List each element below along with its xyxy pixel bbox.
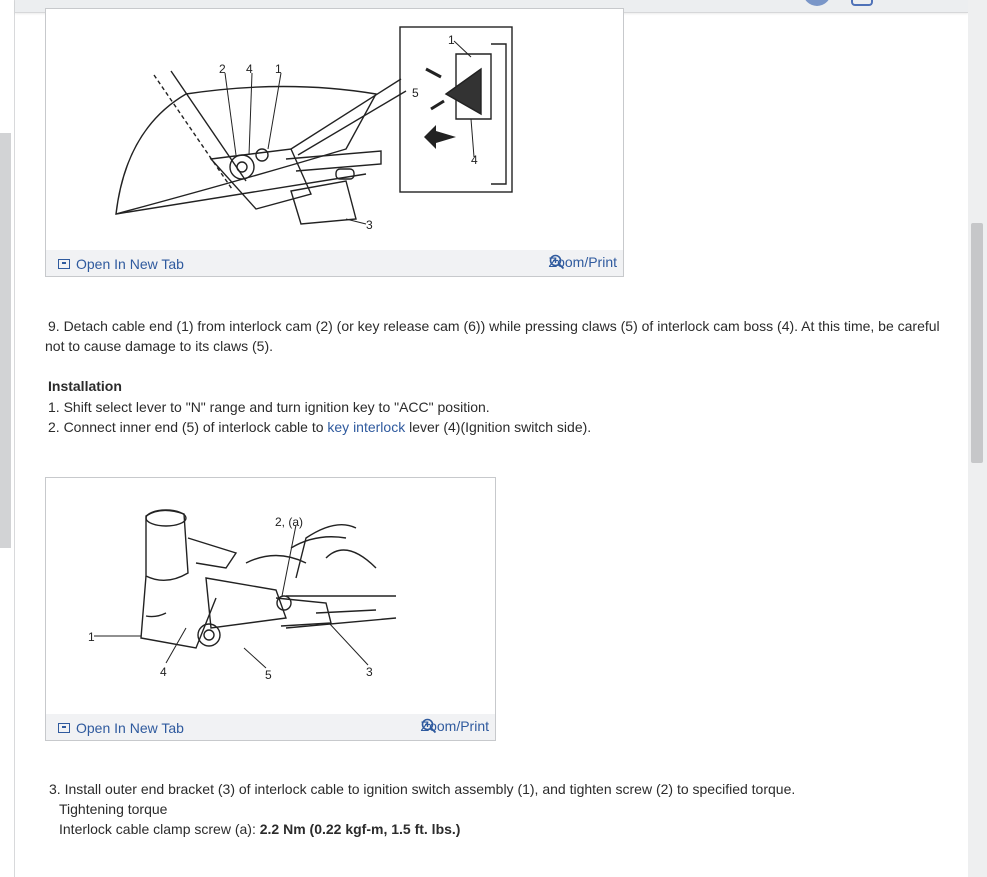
key-interlock-link[interactable]: key interlock <box>327 419 405 435</box>
callout-label: 4 <box>160 665 167 679</box>
callout-label: 5 <box>412 86 419 100</box>
notification-icon[interactable] <box>851 0 873 6</box>
step-3-text: 3. Install outer end bracket (3) of inte… <box>49 781 796 797</box>
callout-label: 2 <box>219 62 226 76</box>
zoom-print-link[interactable]: Zoom/Print <box>421 718 489 734</box>
figure-cable-end-detach: 2 4 1 3 1 5 4 Open In New Tab Zoom/Print <box>45 8 624 277</box>
callout-label: 2, (a) <box>275 515 303 529</box>
callout-label: 4 <box>471 153 478 167</box>
new-tab-icon <box>58 723 70 733</box>
torque-spec-value: 2.2 Nm (0.22 kgf-m, 1.5 ft. lbs.) <box>259 821 461 837</box>
torque-label: Tightening torque <box>59 801 168 817</box>
installation-heading: Installation <box>48 378 122 394</box>
installation-step-1: 1. Shift select lever to "N" range and t… <box>48 399 490 415</box>
step-2-text-start: 2. Connect inner end (5) of interlock ca… <box>48 419 328 435</box>
zoom-print-link[interactable]: Zoom/Print <box>549 254 617 270</box>
figure-footer: Open In New Tab Zoom/Print <box>46 250 623 276</box>
figure-footer: Open In New Tab Zoom/Print <box>46 714 495 740</box>
page-scrollbar-thumb[interactable] <box>971 223 983 463</box>
open-new-tab-label: Open In New Tab <box>76 256 184 272</box>
left-scrollbar[interactable] <box>0 133 11 548</box>
callout-label: 3 <box>366 665 373 679</box>
installation-step-2: 2. Connect inner end (5) of interlock ca… <box>48 417 591 437</box>
new-tab-icon <box>58 259 70 269</box>
callout-label: 3 <box>366 218 373 232</box>
diagram-interlock-cam: 2 4 1 3 1 5 4 <box>115 26 513 232</box>
callout-label: 5 <box>265 668 272 682</box>
torque-spec-label: Interlock cable clamp screw (a): <box>59 821 260 837</box>
open-new-tab-label: Open In New Tab <box>76 720 184 736</box>
figure-cable-connect: 1 2, (a) 3 4 5 Open In New Tab Zoom/Prin… <box>45 477 496 741</box>
zoom-icon <box>421 718 436 734</box>
open-new-tab-link[interactable]: Open In New Tab <box>58 720 184 736</box>
user-avatar[interactable] <box>803 0 831 6</box>
open-new-tab-link[interactable]: Open In New Tab <box>58 256 184 272</box>
step-2-text-end: lever (4)(Ignition switch side). <box>405 419 592 435</box>
callout-label: 1 <box>88 630 95 644</box>
torque-spec: Interlock cable clamp screw (a): 2.2 Nm … <box>59 819 460 839</box>
callout-label: 1 <box>275 62 282 76</box>
callout-label: 4 <box>246 62 253 76</box>
zoom-icon <box>549 254 564 270</box>
diagram-ignition-switch: 1 2, (a) 3 4 5 <box>88 509 397 682</box>
callout-label: 1 <box>448 33 455 47</box>
step-9-text: 9. Detach cable end (1) from interlock c… <box>45 318 940 354</box>
